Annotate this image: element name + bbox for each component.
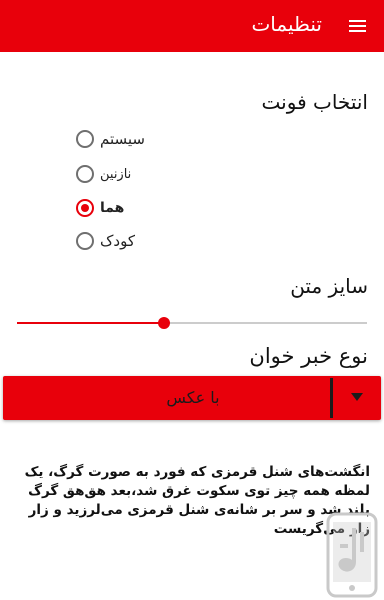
dropdown-divider — [330, 378, 333, 418]
font-option-label: نازنین — [100, 166, 132, 182]
font-option-system[interactable]: سیستم — [76, 124, 306, 154]
radio-button[interactable] — [76, 130, 94, 148]
reader-type-dropdown[interactable]: با عکس — [3, 376, 381, 420]
dropdown-selected-value: با عکس — [166, 388, 220, 407]
font-option-label: کودک — [100, 232, 135, 250]
radio-button-selected[interactable] — [76, 199, 94, 217]
font-option-label: هما — [100, 200, 125, 216]
reader-section-title: نوع خبر خوان — [249, 344, 368, 368]
font-option-label: سیستم — [100, 130, 145, 148]
font-option-homa[interactable]: هما — [76, 193, 306, 223]
font-option-koodak[interactable]: کودک — [76, 226, 306, 256]
slider-fill — [17, 322, 164, 324]
slider-thumb[interactable] — [158, 317, 170, 329]
triangle-down-icon[interactable] — [351, 393, 363, 401]
app-bar-title: تنظیمات — [251, 12, 322, 36]
text-size-slider[interactable] — [17, 317, 367, 329]
menu-icon[interactable] — [344, 15, 370, 37]
app-logo-icon — [326, 512, 378, 598]
radio-button[interactable] — [76, 165, 94, 183]
app-bar: تنظیمات — [0, 0, 384, 52]
radio-button[interactable] — [76, 232, 94, 250]
size-section-title: سایز متن — [290, 274, 368, 298]
font-section-title: انتخاب فونت — [261, 90, 368, 114]
font-preview-text: انگشت‌های شنل قرمزی که فورد به صورت گرگ،… — [24, 464, 370, 537]
font-option-nazanin[interactable]: نازنین — [76, 159, 306, 189]
